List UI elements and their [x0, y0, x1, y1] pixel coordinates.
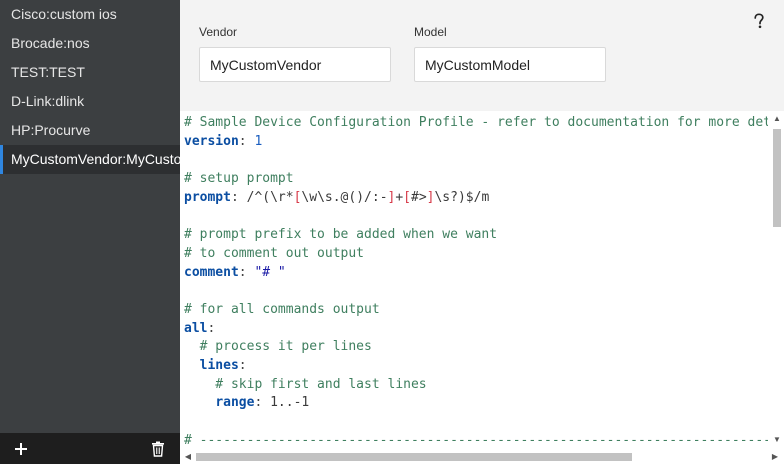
code-line: version: 1: [184, 133, 263, 149]
code-line: # skip first and last lines: [184, 376, 768, 395]
yaml-key: prompt: [184, 189, 231, 205]
vendor-input[interactable]: [199, 47, 391, 82]
comment-text: # Sample Device Configuration Profile - …: [184, 115, 768, 130]
scroll-left-arrow-icon[interactable]: ◀: [183, 452, 193, 462]
code-area[interactable]: # Sample Device Configuration Profile - …: [184, 114, 768, 450]
regex-part: /^(\r*: [246, 189, 294, 205]
sidebar-item-dlink[interactable]: D-Link:dlink: [0, 87, 180, 116]
config-editor[interactable]: # Sample Device Configuration Profile - …: [180, 111, 784, 464]
vertical-scroll-thumb[interactable]: [773, 129, 781, 227]
comment-text: # skip first and last lines: [184, 376, 427, 392]
help-icon: [754, 13, 764, 29]
code-line: # for all commands output: [184, 301, 768, 320]
yaml-key: version: [184, 133, 239, 149]
regex-part: +: [395, 189, 404, 205]
comment-text: # for all commands output: [184, 301, 380, 317]
comment-text: # prompt prefix to be added when we want: [184, 227, 498, 243]
scroll-right-arrow-icon[interactable]: ▶: [770, 452, 780, 462]
horizontal-scroll-thumb[interactable]: [196, 453, 632, 461]
code-line: prompt: /^(\r*[\w\s.@()/:-]+[#>]\s?)$/m: [184, 189, 490, 205]
trash-icon: [152, 441, 164, 457]
profile-sidebar: Cisco:custom ios Brocade:nos TEST:TEST D…: [0, 0, 180, 464]
comment-text: # process it per lines: [184, 339, 372, 355]
code-line: # prompt prefix to be added when we want: [184, 226, 768, 245]
yaml-string: "# ": [254, 264, 286, 280]
code-line: range: 1..-1: [215, 395, 310, 411]
sidebar-item-mycustomvendor[interactable]: MyCustomVendor:MyCustomModel: [0, 145, 180, 174]
code-line: # to comment out output: [184, 245, 768, 264]
yaml-key: comment: [184, 264, 239, 280]
scroll-up-arrow-icon[interactable]: ▲: [772, 114, 782, 124]
plus-icon: [15, 443, 27, 455]
model-input[interactable]: [414, 47, 606, 82]
sidebar-footer: [0, 433, 180, 464]
code-line: # --------------------------------------…: [184, 432, 768, 451]
sidebar-item-cisco[interactable]: Cisco:custom ios: [0, 0, 180, 29]
code-line: # process it per lines: [184, 338, 768, 357]
yaml-key: all: [184, 320, 208, 336]
code-line: comment: "# ": [184, 264, 286, 280]
add-profile-button[interactable]: [11, 439, 31, 459]
scroll-down-arrow-icon[interactable]: ▼: [772, 435, 782, 445]
vertical-scrollbar[interactable]: ▲ ▼: [770, 111, 784, 450]
horizontal-scrollbar[interactable]: ◀ ▶: [180, 450, 784, 464]
sidebar-item-brocade[interactable]: Brocade:nos: [0, 29, 180, 58]
vendor-label: Vendor: [199, 25, 238, 39]
code-line: lines:: [199, 357, 247, 373]
code-line: # Sample Device Configuration Profile - …: [184, 114, 768, 133]
regex-part: #>: [411, 189, 427, 205]
comment-text: # --------------------------------------…: [184, 432, 768, 448]
model-label: Model: [414, 25, 447, 39]
yaml-value: 1..-1: [270, 395, 310, 411]
delete-profile-button[interactable]: [148, 439, 168, 459]
yaml-key: lines: [199, 357, 239, 373]
yaml-value: 1: [254, 133, 263, 149]
code-line: # setup prompt: [184, 170, 768, 189]
regex-bracket: [: [403, 189, 411, 205]
yaml-key: range: [215, 395, 255, 411]
regex-part: \w\s.@()/:-: [301, 189, 388, 205]
comment-text: # setup prompt: [184, 171, 294, 187]
profile-list: Cisco:custom ios Brocade:nos TEST:TEST D…: [0, 0, 180, 174]
code-line: all:: [184, 320, 216, 336]
help-button[interactable]: [750, 10, 768, 32]
sidebar-item-hp[interactable]: HP:Procurve: [0, 116, 180, 145]
regex-part: \s?)$/m: [434, 189, 490, 205]
sidebar-item-test[interactable]: TEST:TEST: [0, 58, 180, 87]
profile-header: Vendor Model: [180, 0, 784, 111]
comment-text: # to comment out output: [184, 245, 365, 261]
